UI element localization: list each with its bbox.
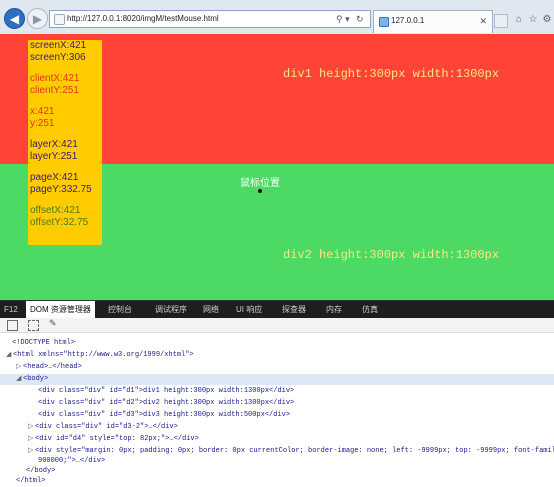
- dom-node-selected[interactable]: ◢ <body>: [0, 374, 554, 385]
- expand-twisty-icon[interactable]: ▷: [16, 362, 23, 373]
- expand-twisty-icon[interactable]: ▷: [28, 434, 35, 445]
- dom-node[interactable]: <!DOCTYPE html>: [0, 338, 554, 349]
- dom-node-text: <html xmlns="http://www.w3.org/1999/xhtm…: [13, 351, 194, 359]
- coord-offset-y: offsetY:32.75: [30, 217, 89, 228]
- expand-twisty-icon[interactable]: ◢: [6, 350, 13, 361]
- new-tab-button[interactable]: [494, 14, 508, 28]
- dom-node-text: <div style="margin: 0px; padding: 0px; b…: [35, 447, 554, 455]
- tab-network[interactable]: 网络: [203, 301, 219, 318]
- div1-label: div1 height:300px width:1300px: [283, 67, 500, 81]
- tab-console[interactable]: 控制台: [108, 301, 132, 318]
- address-url: http://127.0.0.1:8020/imgM/testMouse.htm…: [67, 14, 219, 23]
- devtools-f12-label: F12: [4, 305, 18, 314]
- home-icon[interactable]: ⌂: [512, 13, 526, 25]
- dom-node[interactable]: <div class="div" id="d1">div1 height:300…: [0, 386, 554, 397]
- tab-ui-responsiveness[interactable]: UI 响应: [236, 301, 262, 318]
- page-icon: [54, 14, 65, 25]
- dom-node[interactable]: <div class="div" id="d2">div2 height:300…: [0, 398, 554, 409]
- back-button[interactable]: ◀: [4, 8, 25, 29]
- tab-profiler[interactable]: 探查器: [282, 301, 306, 318]
- coord-screen-y: screenY:306: [30, 52, 86, 63]
- dom-node[interactable]: </html>: [0, 476, 554, 487]
- tab-title: 127.0.0.1: [391, 16, 425, 25]
- expand-twisty-icon[interactable]: ◢: [16, 374, 23, 385]
- tab-debugger[interactable]: 调试程序: [155, 301, 187, 318]
- coord-page-x: pageX:421: [30, 172, 79, 183]
- dom-node[interactable]: <div class="div" id="d3">div3 height:300…: [0, 410, 554, 421]
- select-element-icon[interactable]: [7, 320, 18, 331]
- dom-node[interactable]: ▷ <div class="div" id="d3-2">…</div>: [0, 422, 554, 433]
- tab-dom-explorer[interactable]: DOM 资源管理器: [26, 301, 95, 318]
- address-bar[interactable]: http://127.0.0.1:8020/imgM/testMouse.htm…: [49, 10, 371, 28]
- coord-client-x: clientX:421: [30, 73, 80, 84]
- tab-favicon-icon: [379, 17, 389, 27]
- mouse-position-dot: [258, 189, 262, 193]
- tab-memory[interactable]: 内存: [326, 301, 342, 318]
- coord-layer-y: layerY:251: [30, 151, 78, 162]
- tab-close-icon[interactable]: ✕: [479, 11, 487, 31]
- coord-screen-x: screenX:421: [30, 40, 87, 51]
- coord-client-y: clientY:251: [30, 85, 79, 96]
- div2-label: div2 height:300px width:1300px: [283, 248, 500, 262]
- forward-button[interactable]: ▶: [27, 8, 48, 29]
- coord-y: y:251: [30, 118, 55, 129]
- browser-tab[interactable]: 127.0.0.1 ✕: [373, 10, 493, 33]
- coord-x: x:421: [30, 106, 55, 117]
- mouse-position-label: 鼠标位置: [240, 178, 280, 189]
- dom-node-text: <div id="d4" style="top: 82px;">…</div>: [35, 435, 199, 443]
- coord-layer-x: layerX:421: [30, 139, 78, 150]
- dom-node-text: <head>…</head>: [23, 363, 82, 371]
- expand-twisty-icon[interactable]: ▷: [28, 422, 35, 433]
- search-dropdown-icon[interactable]: ⚲ ▾: [336, 11, 350, 27]
- dom-node-text: <body>: [23, 375, 49, 383]
- edit-pencil-icon[interactable]: ✎: [49, 318, 57, 329]
- favorites-icon[interactable]: ☆: [526, 13, 540, 25]
- highlight-icon[interactable]: [28, 320, 39, 331]
- dom-node-text: <div class="div" id="d3-2">…</div>: [35, 423, 178, 431]
- tab-emulation[interactable]: 仿真: [362, 301, 378, 318]
- dom-node[interactable]: ▷ <div id="d4" style="top: 82px;">…</div>: [0, 434, 554, 445]
- devtools-toolbar: [0, 318, 554, 333]
- dom-node[interactable]: ▷ <head>…</head>: [0, 362, 554, 373]
- settings-gear-icon[interactable]: ⚙: [540, 13, 554, 25]
- refresh-icon[interactable]: ↻: [356, 11, 364, 27]
- coord-page-y: pageY:332.75: [30, 184, 92, 195]
- dom-node[interactable]: ◢ <html xmlns="http://www.w3.org/1999/xht…: [0, 350, 554, 361]
- coord-offset-x: offsetX:421: [30, 205, 81, 216]
